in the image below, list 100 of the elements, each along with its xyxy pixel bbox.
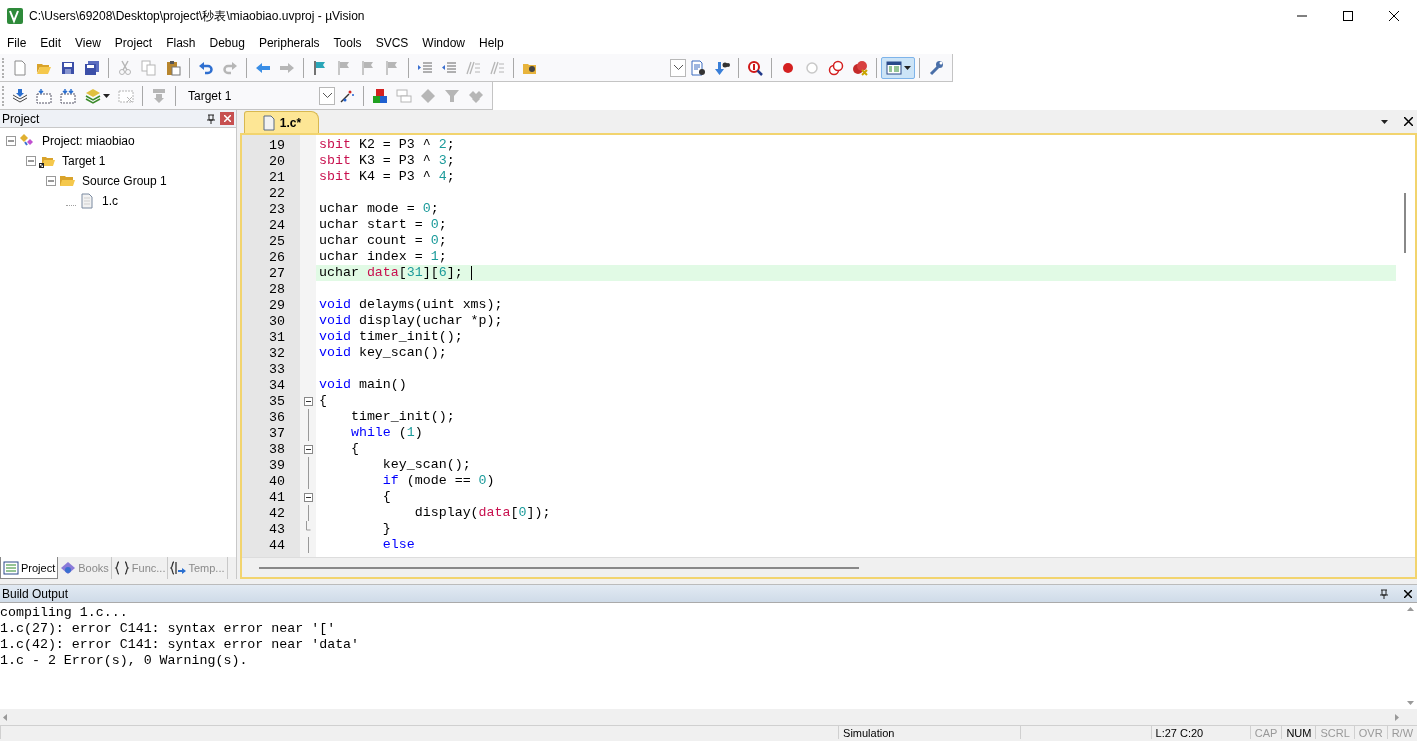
tree-item[interactable]: Project: miaobiao: [42, 134, 135, 148]
flag-icon: [384, 59, 400, 76]
line-number: 23: [268, 201, 286, 217]
window-layout-button[interactable]: [881, 56, 915, 79]
status-indicator: SCRL: [1315, 726, 1354, 739]
code-line: while (1): [349, 425, 423, 441]
chevron-down-icon: [322, 93, 332, 98]
circles-icon: [828, 59, 844, 76]
up-arrow-icon[interactable]: [1406, 607, 1414, 611]
file-tab[interactable]: 1.c*: [244, 111, 319, 133]
line-number: 42: [268, 505, 286, 521]
text-cursor: [470, 266, 472, 280]
line-number: 41: [268, 489, 286, 505]
braces-icon: [113, 560, 130, 576]
file-icon: [261, 114, 276, 131]
flag-icon: [360, 59, 376, 76]
load-icon: [151, 87, 167, 104]
dropdown-button[interactable]: [319, 86, 335, 105]
comment-icon: [465, 59, 481, 76]
redo-icon: [222, 59, 238, 76]
line-number: 44: [268, 537, 286, 553]
output-line: 1.c - 2 Error(s), 0 Warning(s).: [0, 653, 249, 669]
code-line: timer_init();: [349, 409, 455, 425]
dropdown-button[interactable]: [670, 58, 686, 77]
code-line: void display(uchar *p);: [319, 313, 503, 329]
collapse-toggle[interactable]: [6, 136, 16, 146]
line-number: 35: [268, 393, 286, 409]
line-number: 24: [268, 217, 286, 233]
panel-title: Build Output: [2, 586, 70, 601]
stop-build-icon: [118, 87, 134, 104]
diamond-icon: [420, 87, 436, 104]
menu-item[interactable]: SVCS: [368, 36, 416, 50]
indent-icon: [417, 59, 433, 76]
file-icon: [79, 193, 95, 209]
line-number: 37: [268, 425, 286, 441]
chevron-down-icon: [673, 65, 683, 70]
menu-item[interactable]: Flash: [159, 36, 203, 50]
code-line: {: [349, 441, 359, 457]
code-line: else: [381, 537, 415, 553]
fold-toggle[interactable]: [303, 396, 313, 406]
line-number: 29: [268, 297, 286, 313]
code-line: void delayms(uint xms);: [319, 297, 503, 313]
line-number: 28: [268, 281, 286, 297]
code-line: if (mode == 0): [381, 473, 495, 489]
code-line: uchar mode = 0;: [319, 201, 439, 217]
scrollbar[interactable]: [242, 557, 1415, 577]
new-file-icon: [12, 59, 28, 76]
dots-cross-icon: [852, 59, 868, 76]
blocks-icon: [372, 87, 388, 104]
minus-icon: [48, 178, 54, 184]
right-arrow-icon[interactable]: [1395, 713, 1399, 721]
code-line: uchar count = 0;: [319, 233, 447, 249]
menu-item[interactable]: Project: [107, 36, 160, 50]
collapse-toggle[interactable]: [26, 156, 36, 166]
line-number: 40: [268, 473, 286, 489]
line-number: 30: [268, 313, 286, 329]
minus-icon: [28, 158, 34, 164]
window-layout-icon: [885, 59, 902, 76]
menu-item[interactable]: Debug: [202, 36, 252, 50]
fold-toggle[interactable]: [303, 492, 313, 502]
flag-icon: [312, 59, 328, 76]
pin-icon[interactable]: [1379, 588, 1389, 599]
status-indicator: NUM: [1281, 726, 1316, 739]
panel-tab[interactable]: Project: [0, 557, 59, 579]
line-number: 21: [268, 169, 286, 185]
menu-item[interactable]: Help: [472, 36, 511, 50]
menu-item[interactable]: Tools: [326, 36, 369, 50]
hollow-circle-icon: [804, 59, 820, 76]
code-line: uchar data[31][6];: [319, 265, 463, 281]
tree-item[interactable]: 1.c: [102, 194, 118, 208]
fold-line: [307, 505, 309, 521]
status-indicator: R/W: [1386, 726, 1417, 739]
line-number: 38: [268, 441, 286, 457]
down-arrow-icon[interactable]: [1406, 701, 1414, 705]
tree-item[interactable]: Target 1: [62, 154, 106, 168]
collapse-toggle[interactable]: [46, 176, 56, 186]
layers-icon: [84, 87, 101, 104]
tree-item[interactable]: Source Group 1: [82, 174, 167, 188]
menu-item[interactable]: View: [68, 36, 108, 50]
menu-item[interactable]: Edit: [33, 36, 69, 50]
code-line: void key_scan();: [319, 345, 447, 361]
code-line: }: [381, 521, 391, 537]
line-number: 31: [268, 329, 286, 345]
clipboard-icon: [165, 59, 181, 76]
code-line: key_scan();: [381, 457, 471, 473]
book-icon: [60, 560, 77, 576]
left-arrow-icon[interactable]: [3, 713, 7, 721]
folder-icon: [59, 173, 75, 189]
line-number: 25: [268, 233, 286, 249]
code-line: sbit K2 = P3 ^ 2;: [319, 137, 455, 153]
line-number: 26: [268, 249, 286, 265]
status-mode: Simulation: [843, 726, 895, 739]
fold-toggle[interactable]: [303, 444, 313, 454]
uncomment-icon: [489, 59, 505, 76]
pin-icon[interactable]: [206, 113, 216, 124]
menu-item[interactable]: Peripherals: [251, 36, 327, 50]
magnifier-icon: [747, 59, 763, 76]
menu-item[interactable]: File: [0, 36, 34, 50]
menu-item[interactable]: Window: [415, 36, 472, 50]
line-number: 22: [268, 185, 286, 201]
